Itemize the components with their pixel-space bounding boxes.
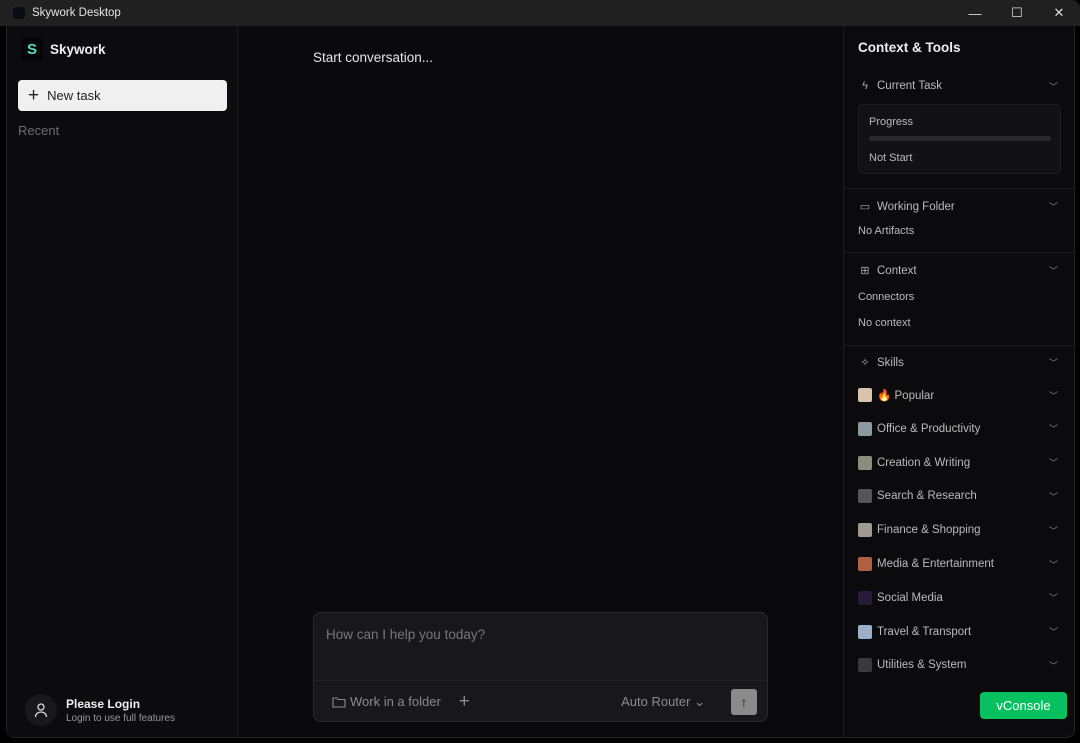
- app-window: S Skywork + New task Recent Please Login…: [6, 26, 1075, 738]
- connectors-label[interactable]: Connectors: [858, 291, 914, 303]
- working-folder-section: ▭ Working Folder ﹀ No Artifacts: [844, 189, 1077, 253]
- login-subtitle: Login to use full features: [66, 713, 175, 724]
- panel-title: Context & Tools: [858, 40, 961, 55]
- category-thumbnail-icon: [858, 591, 872, 605]
- recent-heading: Recent: [18, 123, 59, 138]
- chevron-down-icon: ⌄: [694, 694, 705, 709]
- sidebar: S Skywork + New task Recent Please Login…: [7, 26, 238, 737]
- skill-category[interactable]: 🔥 Popular ﹀: [858, 388, 1058, 402]
- working-folder-label: Working Folder: [877, 201, 955, 213]
- skill-category[interactable]: Utilities & System ﹀: [858, 658, 1058, 672]
- category-label: Search & Research: [877, 490, 977, 502]
- skill-category[interactable]: Travel & Transport ﹀: [858, 625, 1058, 639]
- skills-label: Skills: [877, 357, 904, 369]
- skill-category[interactable]: Search & Research ﹀: [858, 489, 1058, 503]
- work-in-folder-label: Work in a folder: [350, 694, 441, 709]
- context-tools-panel: Context & Tools ϟ Current Task ﹀ Progress …: [843, 26, 1076, 737]
- message-input[interactable]: [326, 627, 746, 642]
- category-thumbnail-icon: [858, 422, 872, 436]
- category-thumbnail-icon: [858, 489, 872, 503]
- chip-icon: ⊞: [858, 264, 872, 277]
- category-label: Finance & Shopping: [877, 524, 981, 536]
- send-button[interactable]: ↑: [731, 689, 757, 715]
- chat-area: Start conversation... Work in a folder +…: [239, 26, 843, 737]
- chevron-down-icon: ﹀: [1049, 456, 1058, 469]
- skill-category[interactable]: Media & Entertainment ﹀: [858, 557, 1058, 571]
- user-icon: [25, 694, 57, 726]
- window-title: Skywork Desktop: [32, 7, 121, 19]
- plus-icon: +: [28, 86, 39, 105]
- skywork-logo-icon: S: [21, 38, 43, 60]
- chevron-down-icon: ﹀: [1049, 264, 1058, 277]
- new-task-label: New task: [47, 88, 100, 103]
- vconsole-button[interactable]: vConsole: [980, 692, 1067, 719]
- maximize-button[interactable]: ☐: [996, 0, 1038, 26]
- skill-category[interactable]: Office & Productivity ﹀: [858, 422, 1058, 436]
- folder-icon: ▭: [858, 200, 872, 213]
- minimize-button[interactable]: —: [954, 0, 996, 26]
- progress-card: Progress Not Start: [858, 104, 1061, 174]
- current-task-section: ϟ Current Task ﹀ Progress Not Start: [844, 66, 1077, 189]
- login-area[interactable]: Please Login Login to use full features: [25, 694, 175, 726]
- skill-category[interactable]: Finance & Shopping ﹀: [858, 523, 1058, 537]
- category-label: Media & Entertainment: [877, 558, 994, 570]
- working-folder-header[interactable]: ▭ Working Folder ﹀: [858, 200, 1058, 213]
- category-thumbnail-icon: [858, 456, 872, 470]
- progress-bar: [869, 136, 1051, 141]
- login-title: Please Login: [66, 697, 175, 711]
- task-status: Not Start: [869, 152, 912, 164]
- no-artifacts-text: No Artifacts: [858, 225, 914, 237]
- chevron-down-icon: ﹀: [1049, 356, 1058, 369]
- category-label: Social Media: [877, 592, 943, 604]
- chevron-down-icon: ﹀: [1049, 422, 1058, 435]
- model-label: Auto Router: [621, 694, 690, 709]
- context-label: Context: [877, 265, 917, 277]
- add-attachment-button[interactable]: +: [459, 691, 470, 713]
- no-context-text: No context: [858, 317, 911, 329]
- chevron-down-icon: ﹀: [1049, 80, 1058, 93]
- category-thumbnail-icon: [858, 523, 872, 537]
- category-label: Utilities & System: [877, 659, 966, 671]
- current-task-label: Current Task: [877, 80, 942, 92]
- skill-category[interactable]: Social Media ﹀: [858, 591, 1058, 605]
- category-thumbnail-icon: [858, 557, 872, 571]
- composer: Work in a folder + Auto Router ⌄ ↑: [313, 612, 768, 722]
- category-thumbnail-icon: [858, 658, 872, 672]
- title-bar: Skywork Desktop — ☐ ✕: [0, 0, 1080, 26]
- work-in-folder-button[interactable]: Work in a folder: [332, 694, 441, 709]
- arrow-up-icon: ↑: [741, 694, 748, 710]
- magic-wand-icon: ✧: [858, 356, 872, 369]
- lightning-icon: ϟ: [858, 80, 872, 92]
- chevron-down-icon: ﹀: [1049, 200, 1058, 213]
- chevron-down-icon: ﹀: [1049, 558, 1058, 571]
- context-header[interactable]: ⊞ Context ﹀: [858, 264, 1058, 277]
- chevron-down-icon: ﹀: [1049, 389, 1058, 402]
- category-label: Office & Productivity: [877, 423, 980, 435]
- category-label: Travel & Transport: [877, 626, 971, 638]
- chevron-down-icon: ﹀: [1049, 625, 1058, 638]
- model-selector[interactable]: Auto Router ⌄: [621, 694, 705, 710]
- new-task-button[interactable]: + New task: [18, 80, 227, 111]
- chevron-down-icon: ﹀: [1049, 591, 1058, 604]
- chevron-down-icon: ﹀: [1049, 490, 1058, 503]
- start-conversation-text: Start conversation...: [313, 50, 433, 65]
- category-thumbnail-icon: [858, 388, 872, 402]
- category-label: 🔥 Popular: [877, 388, 934, 402]
- brand-name: Skywork: [50, 42, 106, 57]
- brand: S Skywork: [21, 38, 106, 60]
- chevron-down-icon: ﹀: [1049, 524, 1058, 537]
- skill-category[interactable]: Creation & Writing ﹀: [858, 456, 1058, 470]
- app-logo-icon: [13, 7, 25, 19]
- category-label: Creation & Writing: [877, 457, 970, 469]
- context-section: ⊞ Context ﹀ Connectors No context: [844, 253, 1077, 346]
- folder-icon: [332, 696, 346, 708]
- chevron-down-icon: ﹀: [1049, 659, 1058, 672]
- progress-label: Progress: [869, 116, 913, 128]
- close-button[interactable]: ✕: [1038, 0, 1080, 26]
- skills-header[interactable]: ✧ Skills ﹀: [858, 356, 1058, 369]
- current-task-header[interactable]: ϟ Current Task ﹀: [858, 80, 1058, 92]
- category-thumbnail-icon: [858, 625, 872, 639]
